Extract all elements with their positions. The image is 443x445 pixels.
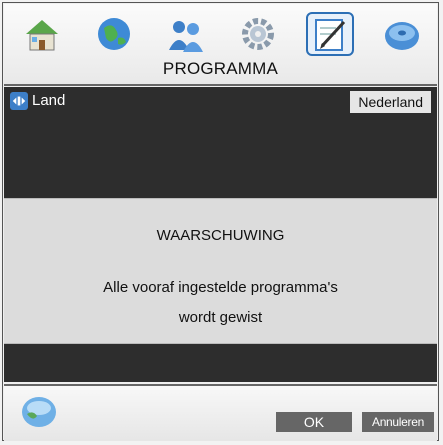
home-icon[interactable] (18, 12, 66, 56)
dialog-title: WAARSCHUWING (156, 227, 285, 244)
cancel-button[interactable]: Annuleren (362, 412, 434, 432)
land-label: Land (32, 92, 66, 109)
people-icon[interactable] (162, 12, 210, 56)
globe-icon[interactable] (90, 12, 138, 56)
edit-icon[interactable] (306, 12, 354, 56)
ok-button[interactable]: OK (276, 412, 352, 432)
selector-icon (10, 92, 28, 110)
land-setting-row[interactable]: Land Nederland (4, 87, 437, 115)
warning-dialog: WAARSCHUWING Alle vooraf ingestelde prog… (4, 198, 437, 344)
bottom-bar: OK Annuleren (4, 384, 437, 441)
dialog-message-line1: Alle vooraf ingestelde programma's (103, 279, 338, 296)
land-value[interactable]: Nederland (350, 91, 431, 113)
menu-icon-row (4, 12, 437, 56)
top-menu-bar: PROGRAMMA (4, 4, 437, 86)
menu-title: PROGRAMMA (162, 59, 279, 78)
disc-icon[interactable] (378, 12, 426, 56)
dialog-message: Alle vooraf ingestelde programma's wordt… (4, 273, 437, 333)
globe-icon[interactable] (18, 392, 60, 430)
gear-icon[interactable] (234, 12, 282, 56)
dialog-message-line2: wordt gewist (178, 309, 263, 326)
